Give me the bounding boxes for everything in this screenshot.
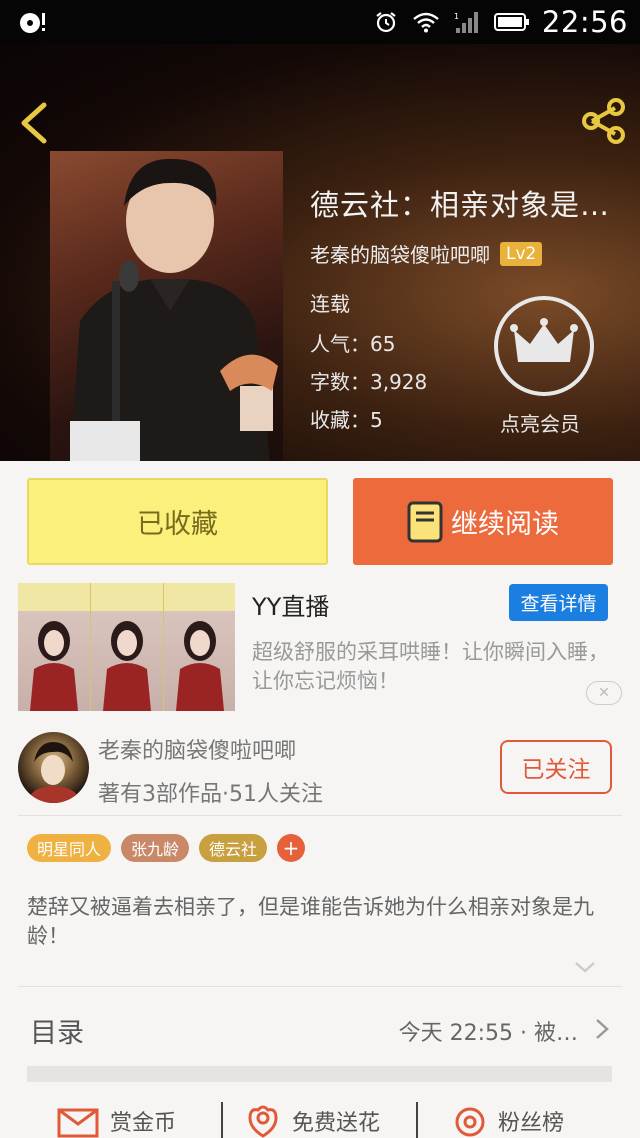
- flower-label: 免费送花: [292, 1111, 381, 1136]
- reward-label: 赏金币: [110, 1111, 177, 1136]
- signal-icon: 1: [454, 12, 478, 33]
- author-row: 老秦的脑袋傻啦吧唧 Lv2: [310, 239, 543, 268]
- word-count-stat: 字数：3,928: [310, 370, 428, 394]
- reward-coins-button[interactable]: 赏金币: [56, 1104, 176, 1138]
- envelope-icon: [57, 1108, 99, 1138]
- add-tag-button[interactable]: +: [277, 834, 306, 862]
- author-card-meta: 著有3部作品·51人关注: [98, 782, 323, 807]
- ad-thumb-panel: [164, 583, 235, 711]
- fans-ranking-button[interactable]: 粉丝榜: [452, 1104, 564, 1138]
- book-header: 德云社：相亲对象是… 老秦的脑袋傻啦吧唧 Lv2 连载 人气：65 字数：3,9…: [0, 44, 640, 461]
- vip-label[interactable]: 点亮会员: [500, 408, 580, 437]
- collected-label: 已收藏: [137, 509, 218, 540]
- share-icon[interactable]: [578, 96, 628, 146]
- author-name[interactable]: 老秦的脑袋傻啦吧唧: [310, 239, 490, 268]
- ad-figure-illustration: [176, 621, 224, 711]
- serial-status: 连载: [310, 292, 350, 316]
- back-chevron-icon[interactable]: [14, 99, 54, 147]
- avatar-illustration: [26, 742, 82, 803]
- favorites-stat: 收藏：5: [310, 408, 383, 432]
- continue-reading-button[interactable]: 继续阅读: [353, 478, 613, 565]
- alarm-icon: [376, 12, 396, 33]
- collected-button[interactable]: 已收藏: [27, 478, 328, 565]
- vip-crown-button[interactable]: [494, 296, 594, 396]
- status-bar: 1 22:56: [0, 0, 640, 44]
- crown-icon: [510, 318, 578, 362]
- bottom-action-row: 赏金币 免费送花 粉丝榜: [0, 1100, 640, 1138]
- separator: [416, 1102, 418, 1138]
- latest-chapter: 今天 22:55 · 被…: [398, 1021, 578, 1046]
- medal-icon: [455, 1107, 485, 1137]
- author-avatar[interactable]: [18, 732, 89, 803]
- divider: [18, 815, 622, 816]
- flower-icon: [248, 1105, 278, 1138]
- popularity-stat: 人气：65: [310, 332, 396, 356]
- ad-figure-illustration: [30, 621, 78, 711]
- section-separator: [27, 1066, 612, 1082]
- ad-thumb-panel: [18, 583, 91, 711]
- tag-chip[interactable]: 张九龄: [121, 834, 190, 862]
- cover-portrait-illustration: [70, 158, 278, 461]
- follow-button[interactable]: 已关注: [500, 740, 612, 794]
- ad-figure-illustration: [103, 621, 151, 711]
- chevron-right-icon: [596, 1019, 609, 1039]
- clock: 22:56: [541, 5, 628, 39]
- divider: [18, 986, 622, 987]
- ad-close-icon[interactable]: ✕: [586, 681, 622, 705]
- expand-chevron-icon[interactable]: [573, 958, 597, 976]
- ad-thumbnail[interactable]: [18, 583, 235, 711]
- toc-label: 目录: [30, 1018, 84, 1049]
- app-notification-icon: [20, 13, 45, 33]
- book-cover-image[interactable]: [50, 151, 283, 461]
- tag-chip[interactable]: 德云社: [199, 834, 268, 862]
- free-flower-button[interactable]: 免费送花: [244, 1104, 380, 1138]
- tag-chip[interactable]: 明星同人: [27, 834, 112, 862]
- book-title: 德云社：相亲对象是…: [310, 188, 611, 222]
- ad-description[interactable]: 超级舒服的采耳哄睡！让你瞬间入睡，让你忘记烦恼！: [252, 638, 612, 696]
- separator: [221, 1102, 223, 1138]
- wifi-icon: [413, 12, 439, 33]
- ad-detail-button[interactable]: 查看详情: [509, 584, 608, 621]
- table-of-contents-row[interactable]: 目录 今天 22:55 · 被…: [27, 1007, 612, 1049]
- book-icon: [407, 501, 443, 542]
- ad-thumb-panel: [91, 583, 164, 711]
- status-icons: 1: [374, 10, 530, 34]
- ad-title[interactable]: YY直播: [252, 587, 329, 622]
- svg-text:1: 1: [454, 12, 459, 21]
- synopsis-text: 楚辞又被逼着去相亲了，但是谁能告诉她为什么相亲对象是九龄！: [27, 895, 594, 948]
- tag-list: 明星同人 张九龄 德云社 +: [27, 834, 306, 862]
- level-badge: Lv2: [500, 241, 543, 266]
- author-card-name[interactable]: 老秦的脑袋傻啦吧唧: [98, 733, 296, 765]
- continue-reading-label: 继续阅读: [451, 509, 559, 540]
- fans-label: 粉丝榜: [498, 1111, 565, 1136]
- battery-icon: [494, 13, 529, 31]
